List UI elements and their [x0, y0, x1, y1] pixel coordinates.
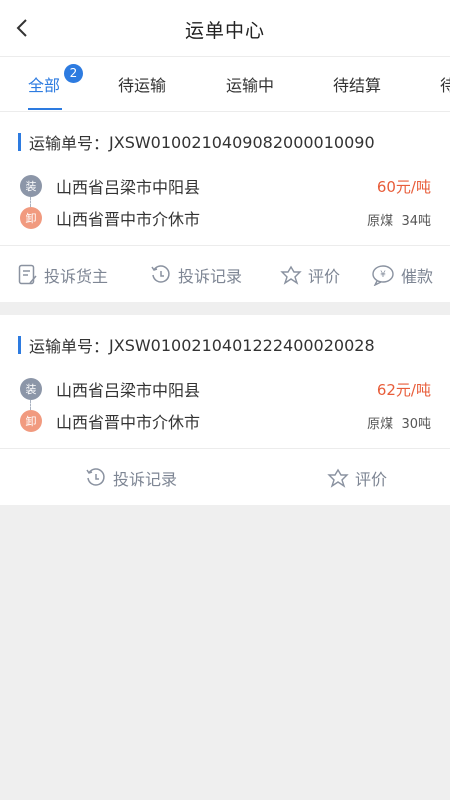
- active-tab-indicator: [28, 108, 62, 110]
- tab-more[interactable]: 待: [440, 72, 450, 96]
- order-number-label: 运输单号：: [29, 134, 110, 153]
- freight-price: 60元/吨: [376, 178, 431, 196]
- tab-all[interactable]: 全部: [28, 72, 60, 96]
- load-tag: 装: [20, 175, 42, 197]
- goods-type: 原煤: [367, 214, 394, 229]
- history-icon: [151, 265, 170, 283]
- load-location: 山西省吕梁市中阳县: [56, 178, 201, 197]
- unload-location: 山西省晋中市介休市: [56, 210, 201, 229]
- page-title: 运单中心: [184, 20, 265, 42]
- accent-bar: [18, 133, 21, 151]
- order-number-value: JXSW010021040908200001009: [109, 132, 365, 152]
- accent-bar: [18, 336, 21, 354]
- card-divider: [0, 448, 450, 449]
- rating-flower-icon: [327, 468, 349, 488]
- unload-tag: 卸: [20, 207, 42, 229]
- unload-location: 山西省晋中市介休市: [56, 413, 201, 432]
- rate-label: 评价: [308, 267, 341, 286]
- rating-flower-icon: [280, 265, 302, 285]
- complaint-records-button[interactable]: 投诉记录: [85, 466, 177, 490]
- load-location: 山西省吕梁市中阳县: [56, 381, 201, 400]
- history-icon: [86, 468, 105, 486]
- load-location-row: 装 山西省吕梁市中阳县: [20, 377, 200, 401]
- goods-info: 原煤 34吨: [367, 210, 431, 229]
- rate-button[interactable]: 评价: [327, 466, 387, 490]
- rate-label: 评价: [355, 470, 388, 489]
- order-number-value: JXSW010021040122240002002: [109, 335, 365, 355]
- complaint-records-button[interactable]: 投诉记录: [150, 263, 242, 287]
- complain-shipper-button[interactable]: 投诉货主: [18, 263, 108, 287]
- order-card[interactable]: 运输单号： JXSW010021040122240002002 8 装 山西省吕梁…: [0, 315, 450, 505]
- complaint-form-icon: [18, 264, 37, 285]
- top-bar: 运单中心: [0, 0, 450, 57]
- goods-info: 原煤 30吨: [367, 413, 431, 432]
- freight-price: 62元/吨: [376, 381, 431, 399]
- tab-pending-transport[interactable]: 待运输: [118, 72, 166, 96]
- goods-weight: 34吨: [401, 214, 431, 229]
- svg-text:¥: ¥: [380, 270, 386, 280]
- order-number-tail: 0: [364, 132, 375, 152]
- tab-pending-settlement[interactable]: 待结算: [333, 72, 381, 96]
- tab-in-transit[interactable]: 运输中: [226, 72, 274, 96]
- tab-all-badge: 2: [64, 64, 83, 83]
- complaint-records-label: 投诉记录: [113, 470, 178, 489]
- rate-button[interactable]: 评价: [280, 263, 340, 287]
- goods-weight: 30吨: [401, 417, 431, 432]
- complain-shipper-label: 投诉货主: [44, 267, 109, 286]
- card-divider: [0, 245, 450, 246]
- order-number-tail: 8: [364, 335, 375, 355]
- unload-location-row: 卸 山西省晋中市介休市: [20, 409, 200, 433]
- order-card[interactable]: 运输单号： JXSW010021040908200001009 0 装 山西省吕梁…: [0, 112, 450, 302]
- unload-tag: 卸: [20, 410, 42, 432]
- load-location-row: 装 山西省吕梁市中阳县: [20, 174, 200, 198]
- complaint-records-label: 投诉记录: [178, 267, 243, 286]
- goods-type: 原煤: [367, 417, 394, 432]
- order-number: 运输单号： JXSW010021040122240002002 8: [18, 335, 375, 356]
- payment-chat-icon: ¥: [372, 265, 394, 286]
- load-tag: 装: [20, 378, 42, 400]
- request-payment-label: 催款: [401, 267, 434, 286]
- order-number-label: 运输单号：: [29, 337, 110, 356]
- request-payment-button[interactable]: ¥ 催款: [371, 263, 433, 287]
- unload-location-row: 卸 山西省晋中市介休市: [20, 206, 200, 230]
- order-number: 运输单号： JXSW010021040908200001009 0: [18, 132, 375, 153]
